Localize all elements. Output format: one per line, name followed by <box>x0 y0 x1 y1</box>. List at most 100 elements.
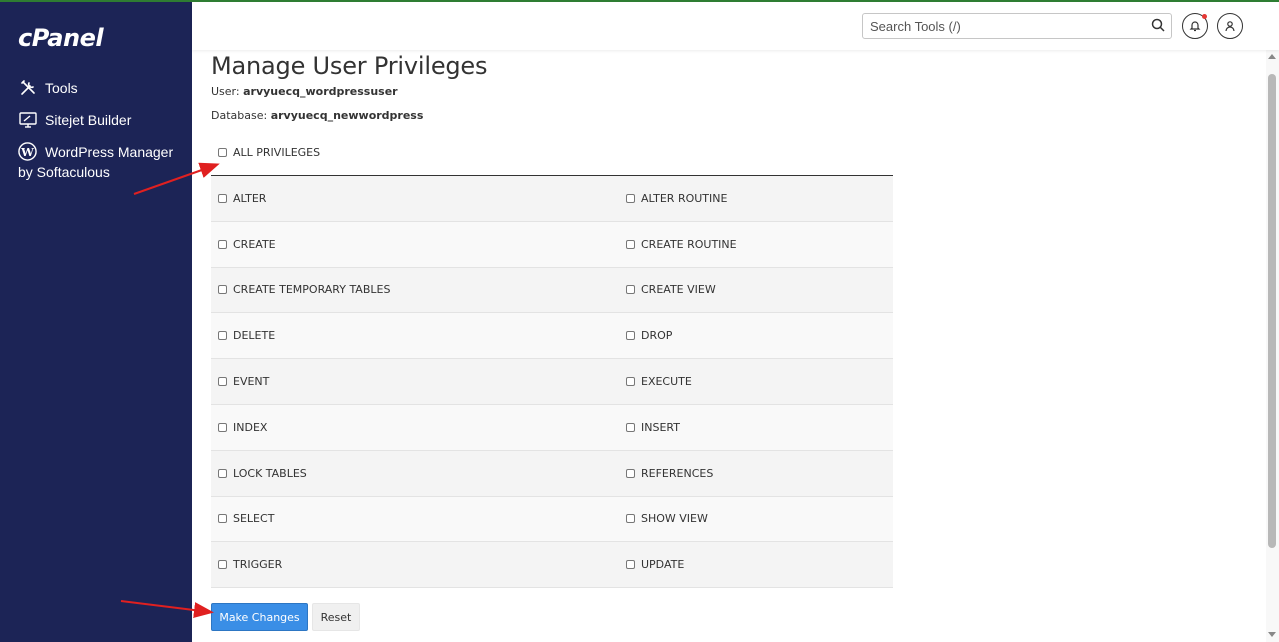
privilege-checkbox[interactable] <box>218 560 227 570</box>
cpanel-logo[interactable]: cPanel <box>18 24 104 52</box>
privilege-label: INSERT <box>641 420 680 434</box>
sidebar-item-wordpress-manager[interactable]: W WordPress Manager by Softaculous <box>18 142 188 182</box>
database-value: arvyuecq_newwordpress <box>270 109 424 122</box>
privilege-label: CREATE ROUTINE <box>641 237 737 251</box>
privilege-checkbox[interactable] <box>218 377 227 387</box>
privilege-label: EXECUTE <box>641 375 692 389</box>
privilege-checkbox[interactable] <box>218 331 227 341</box>
privilege-checkbox[interactable] <box>218 514 227 524</box>
wordpress-icon: W <box>18 142 38 162</box>
privilege-checkbox[interactable] <box>218 422 227 432</box>
privilege-checkbox[interactable] <box>626 422 635 432</box>
table-row: TRIGGER UPDATE <box>211 542 893 589</box>
sidebar-item-tools[interactable]: Tools <box>18 78 78 98</box>
privilege-checkbox[interactable] <box>626 377 635 387</box>
top-header <box>192 2 1279 50</box>
sidebar-item-sitejet-builder[interactable]: Sitejet Builder <box>18 110 131 130</box>
table-row: EVENT EXECUTE <box>211 359 893 405</box>
privilege-option[interactable]: DELETE <box>211 313 552 358</box>
make-changes-button[interactable]: Make Changes <box>211 603 308 631</box>
privilege-label: UPDATE <box>641 558 685 572</box>
user-menu-button[interactable] <box>1217 13 1243 39</box>
privilege-label: CREATE <box>233 237 276 251</box>
notifications-button[interactable] <box>1182 13 1208 39</box>
privilege-checkbox[interactable] <box>218 193 227 203</box>
search-input[interactable] <box>863 14 1143 38</box>
table-row: ALTER ALTER ROUTINE <box>211 176 893 222</box>
bell-icon <box>1189 21 1201 32</box>
privilege-checkbox[interactable] <box>218 468 227 478</box>
privilege-checkbox[interactable] <box>626 560 635 570</box>
privilege-label: REFERENCES <box>641 466 714 480</box>
privilege-option[interactable]: EVENT <box>211 359 552 404</box>
privilege-label: INDEX <box>233 420 268 434</box>
privilege-label: DELETE <box>233 329 276 343</box>
privilege-option[interactable]: SHOW VIEW <box>626 497 967 542</box>
table-row: CREATE TEMPORARY TABLES CREATE VIEW <box>211 267 893 314</box>
privilege-checkbox[interactable] <box>626 193 635 203</box>
privilege-label: CREATE TEMPORARY TABLES <box>233 283 391 297</box>
privilege-option[interactable]: REFERENCES <box>626 451 967 496</box>
privilege-label: SHOW VIEW <box>641 512 708 526</box>
privilege-checkbox[interactable] <box>218 285 227 295</box>
sidebar: cPanel Tools Sitejet Builder W WordPress… <box>0 2 192 642</box>
privilege-checkbox[interactable] <box>218 239 227 249</box>
privilege-option[interactable]: CREATE ROUTINE <box>626 222 967 267</box>
user-value: arvyuecq_wordpressuser <box>243 85 398 98</box>
all-privileges-option[interactable]: ALL PRIVILEGES <box>218 146 320 159</box>
svg-text:W: W <box>20 145 34 159</box>
table-row: INDEX INSERT <box>211 404 893 451</box>
privilege-option[interactable]: CREATE TEMPORARY TABLES <box>211 268 552 313</box>
search-icon[interactable] <box>1151 18 1165 37</box>
privilege-label: ALTER <box>233 191 267 205</box>
privilege-option[interactable]: ALTER ROUTINE <box>626 176 967 221</box>
privilege-option[interactable]: INSERT <box>626 405 967 450</box>
privilege-option[interactable]: TRIGGER <box>211 542 552 587</box>
privilege-option[interactable]: SELECT <box>211 497 552 542</box>
scroll-down-arrow[interactable] <box>1268 632 1276 637</box>
top-accent-strip <box>0 0 1279 2</box>
privilege-label: EVENT <box>233 375 270 389</box>
user-line: User: arvyuecq_wordpressuser <box>211 85 398 98</box>
table-row: CREATE CREATE ROUTINE <box>211 221 893 268</box>
privilege-option[interactable]: UPDATE <box>626 542 967 587</box>
privilege-checkbox[interactable] <box>626 239 635 249</box>
reset-button[interactable]: Reset <box>312 603 360 631</box>
privilege-option[interactable]: ALTER <box>211 176 552 221</box>
privilege-option[interactable]: EXECUTE <box>626 359 967 404</box>
privilege-option[interactable]: LOCK TABLES <box>211 451 552 496</box>
privilege-checkbox[interactable] <box>626 468 635 478</box>
sidebar-item-label: WordPress Manager by Softaculous <box>18 144 174 180</box>
scroll-up-arrow[interactable] <box>1268 54 1276 59</box>
privilege-option[interactable]: CREATE <box>211 222 552 267</box>
privilege-option[interactable]: INDEX <box>211 405 552 450</box>
privilege-label: LOCK TABLES <box>233 466 307 480</box>
database-line: Database: arvyuecq_newwordpress <box>211 109 423 122</box>
search-box[interactable] <box>862 13 1172 39</box>
privilege-option[interactable]: CREATE VIEW <box>626 268 967 313</box>
table-row: DELETE DROP <box>211 313 893 360</box>
scrollbar-thumb[interactable] <box>1268 74 1276 548</box>
user-icon <box>1225 21 1235 32</box>
all-privileges-label: ALL PRIVILEGES <box>233 146 321 159</box>
all-privileges-checkbox[interactable] <box>218 148 227 157</box>
table-row: SELECT SHOW VIEW <box>211 496 893 543</box>
page-title: Manage User Privileges <box>211 52 488 80</box>
privilege-option[interactable]: DROP <box>626 313 967 358</box>
privilege-checkbox[interactable] <box>626 285 635 295</box>
database-label: Database: <box>211 109 268 122</box>
privilege-checkbox[interactable] <box>626 514 635 524</box>
sidebar-item-label: Sitejet Builder <box>45 112 132 128</box>
privilege-label: CREATE VIEW <box>641 283 716 297</box>
privileges-table: ALTER ALTER ROUTINE CREATE CREATE ROUTIN… <box>211 175 893 589</box>
privilege-label: ALTER ROUTINE <box>641 191 728 205</box>
notification-dot <box>1202 14 1207 19</box>
privilege-label: TRIGGER <box>233 558 283 572</box>
user-label: User: <box>211 85 240 98</box>
monitor-edit-icon <box>18 110 38 130</box>
sidebar-item-label: Tools <box>45 80 78 96</box>
privilege-label: DROP <box>641 329 673 343</box>
tools-icon <box>18 78 38 98</box>
main-content: Manage User Privileges User: arvyuecq_wo… <box>192 50 1266 642</box>
privilege-checkbox[interactable] <box>626 331 635 341</box>
